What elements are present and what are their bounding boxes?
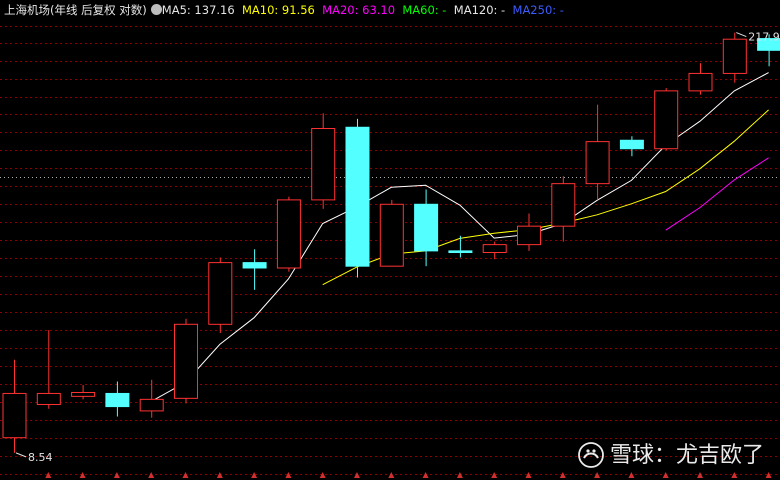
dividend-marker: [422, 472, 429, 478]
candle-body: [311, 128, 336, 201]
kline-chart[interactable]: 217.9 8.54 上海机场(年线 后复权 对数) MA5: 137.16 MA…: [0, 0, 780, 480]
candle: [71, 385, 96, 400]
candle: [517, 213, 541, 251]
candle: [688, 63, 713, 95]
candle: [551, 176, 576, 242]
candle-body: [619, 139, 644, 150]
watermark-text: 雪球：尤吉欧了: [609, 443, 764, 468]
candle: [105, 381, 130, 417]
candle-body: [2, 392, 27, 439]
candle: [139, 379, 164, 418]
candle-body: [551, 183, 576, 227]
candle-body: [585, 141, 610, 185]
dividend-marker: [628, 472, 635, 478]
gear-icon[interactable]: [150, 4, 162, 15]
candle-body: [105, 392, 130, 408]
candle: [619, 136, 644, 157]
ma250-label: MA250: -: [512, 3, 564, 17]
candle: [722, 32, 747, 83]
candle: [448, 235, 473, 258]
candle-body: [345, 126, 370, 267]
candle-body: [276, 199, 301, 269]
candle-body: [448, 250, 473, 254]
candle-body: [71, 391, 96, 397]
candle: [242, 249, 267, 290]
ma10-label: MA10: 91.56: [241, 3, 315, 17]
candle: [208, 257, 233, 334]
candles: [2, 32, 780, 453]
candle-body: [654, 90, 679, 150]
candle-body: [36, 392, 61, 405]
candle-body: [414, 203, 439, 252]
candle-body: [242, 262, 267, 269]
min-price-label: 8.54: [28, 451, 53, 464]
candle-body: [517, 225, 541, 246]
candle: [585, 104, 610, 200]
snowball-logo-icon: [578, 442, 604, 468]
dividend-marker: [182, 472, 189, 478]
chart-title: 上海机场(年线 后复权 对数): [4, 3, 147, 17]
candle-body: [139, 398, 164, 412]
ma60-label: MA60: -: [402, 3, 447, 17]
candle: [654, 88, 679, 151]
ma120-label: MA120: -: [453, 3, 506, 17]
indicator-legend: 上海机场(年线 后复权 对数) MA5: 137.16 MA10: 91.56 M…: [4, 2, 564, 18]
xueqiu-watermark: 雪球：尤吉欧了: [578, 441, 764, 471]
dividend-marker: [697, 472, 703, 478]
dividend-marker: [113, 472, 120, 478]
candle-body: [482, 244, 507, 254]
candle: [276, 196, 301, 272]
candle: [482, 241, 507, 260]
candlestick-plot[interactable]: 217.9 8.54: [0, 0, 780, 480]
max-price-label: 217.9: [748, 31, 780, 44]
candle-body: [379, 203, 404, 267]
candle-body: [688, 72, 713, 92]
ma20-label: MA20: 63.10: [322, 3, 396, 17]
candle: [379, 199, 404, 267]
bottom-markers: [45, 472, 772, 478]
ma5-label: MA5: 137.16: [161, 3, 235, 17]
candle: [345, 118, 370, 278]
max-price-pointer: [736, 32, 747, 37]
candle-body: [208, 262, 233, 325]
candle-body: [722, 38, 747, 74]
candle: [414, 189, 439, 267]
dividend-marker: [354, 472, 360, 478]
candle-body: [174, 323, 198, 399]
candle: [311, 113, 336, 209]
candle: [174, 318, 198, 404]
dividend-marker: [148, 472, 155, 478]
dividend-marker: [662, 472, 669, 478]
dividend-marker: [388, 472, 395, 478]
candle: [36, 330, 61, 409]
